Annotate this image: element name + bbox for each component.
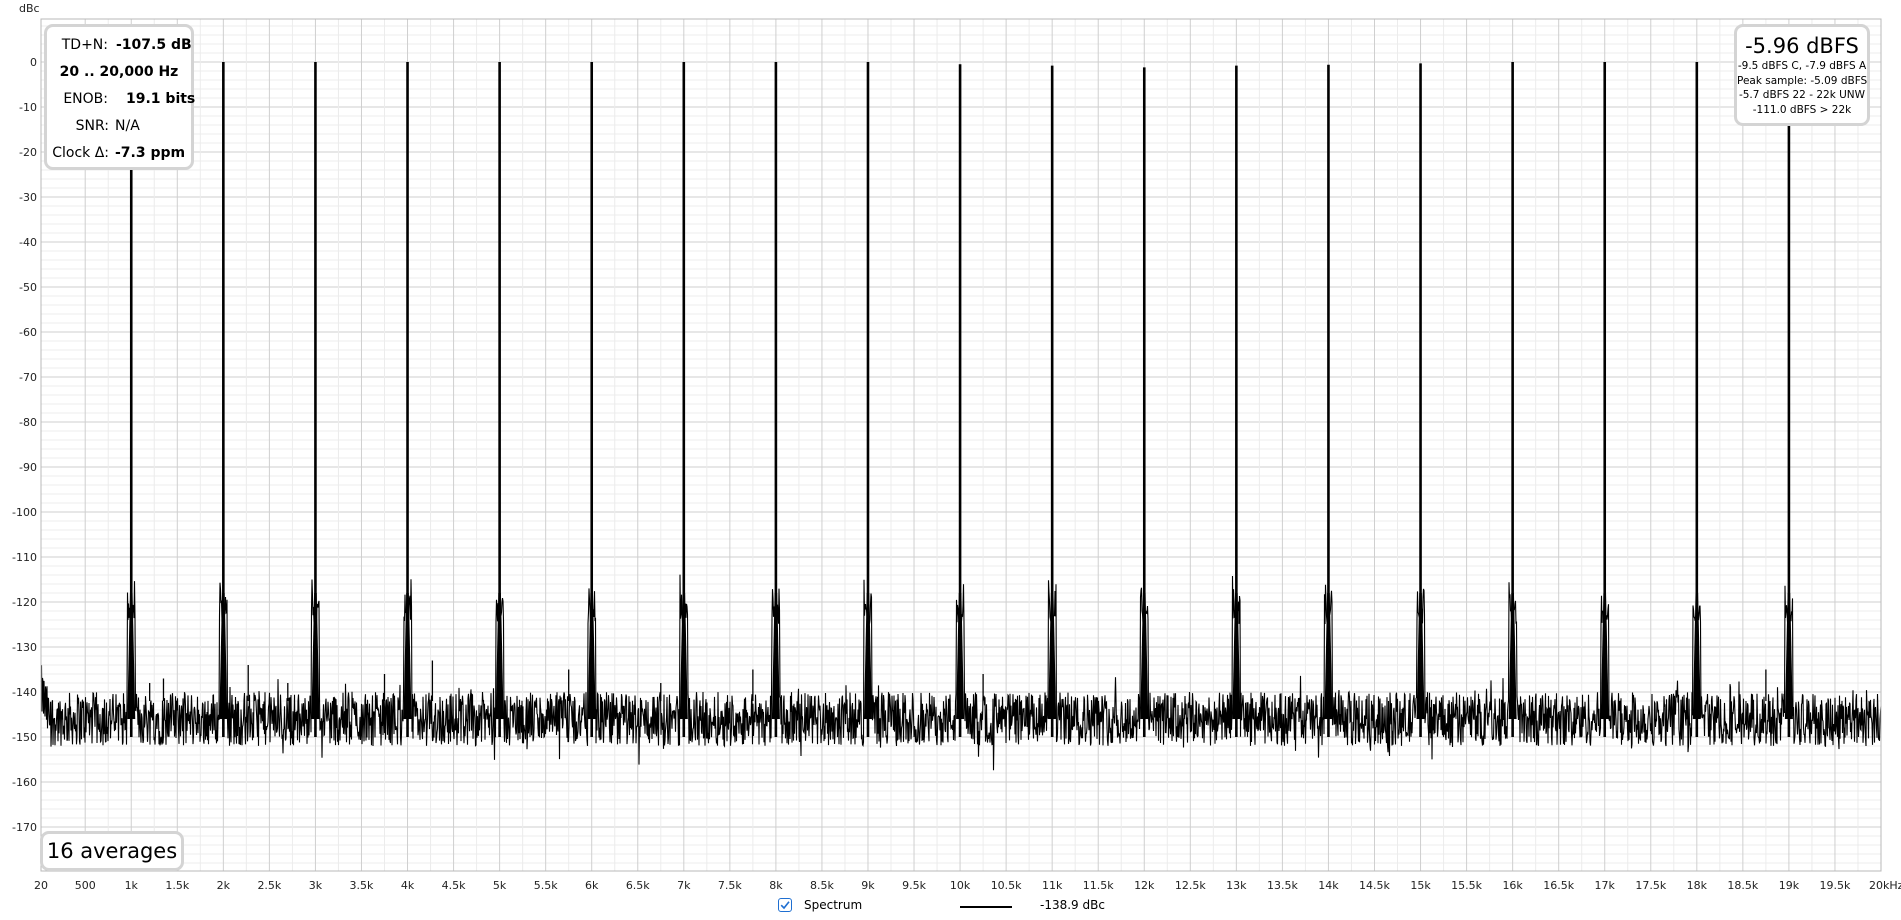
- x-tick-label: 17.5k: [1635, 879, 1666, 892]
- x-tick-label: 500: [75, 879, 96, 892]
- level-above-22k: -111.0 dBFS > 22k: [1752, 103, 1852, 116]
- x-tick-label: 11.5k: [1083, 879, 1114, 892]
- x-tick-label: 19.5k: [1820, 879, 1851, 892]
- x-tick-label: 4k: [401, 879, 415, 892]
- y-axis-ticks: 0 -10 -20 -30 -40 -50 -60 -70 -80 -90 -100 -110 -120…: [12, 56, 37, 834]
- x-tick-label: 9.5k: [902, 879, 926, 892]
- x-tick-label: 20: [34, 879, 48, 892]
- x-tick-label: 9k: [861, 879, 875, 892]
- snr-label: SNR:: [75, 118, 109, 134]
- x-tick-label: 3.5k: [350, 879, 374, 892]
- y-tick-label: -30: [19, 191, 37, 204]
- x-tick-label: 12k: [1134, 879, 1155, 892]
- x-tick-label: 5.5k: [534, 879, 558, 892]
- x-tick-label: 11k: [1042, 879, 1063, 892]
- spectrum-chart: dBc 0 -10 -20 -30 -40 -50 -60 -70 -80 -90 -100 -110…: [12, 2, 1901, 892]
- y-axis-unit-label: dBc: [19, 2, 40, 15]
- x-tick-label: 19k: [1779, 879, 1800, 892]
- y-tick-label: -50: [19, 281, 37, 294]
- tdn-label: TD+N:: [61, 37, 108, 53]
- x-tick-label: 3k: [309, 879, 323, 892]
- legend-line-swatch: [960, 906, 1012, 908]
- level-main-value: -5.96 dBFS: [1745, 34, 1859, 58]
- x-tick-label: 17k: [1595, 879, 1616, 892]
- enob-label: ENOB:: [63, 91, 108, 107]
- y-tick-label: -150: [12, 731, 37, 744]
- x-tick-label: 18k: [1687, 879, 1708, 892]
- level-summary-panel: -5.96 dBFS -9.5 dBFS C, -7.9 dBFS A Peak…: [1734, 24, 1870, 126]
- level-peak-sample: Peak sample: -5.09 dBFS: [1737, 74, 1868, 87]
- x-tick-label: 2.5k: [257, 879, 281, 892]
- clock-value: -7.3 ppm: [115, 145, 186, 161]
- x-tick-label: 12.5k: [1175, 879, 1206, 892]
- y-tick-label: -110: [12, 551, 37, 564]
- averages-badge: 16 averages: [40, 831, 184, 871]
- x-tick-label: 15.5k: [1451, 879, 1482, 892]
- x-tick-label: 6k: [585, 879, 599, 892]
- y-tick-label: -170: [12, 821, 37, 834]
- x-tick-label: 6.5k: [626, 879, 650, 892]
- x-tick-label: 10k: [950, 879, 971, 892]
- x-tick-label: 8k: [769, 879, 783, 892]
- x-tick-label: 16k: [1502, 879, 1523, 892]
- y-tick-label: -140: [12, 686, 37, 699]
- tdn-summary-panel: TD+N: -107.5 dB 20 .. 20,000 Hz ENOB: 19.1…: [44, 24, 195, 170]
- legend-cursor-value: -138.9 dBc: [1040, 898, 1105, 912]
- y-tick-label: -100: [12, 506, 37, 519]
- level-weighted: -9.5 dBFS C, -7.9 dBFS A: [1737, 60, 1867, 72]
- x-tick-label: 14k: [1318, 879, 1339, 892]
- x-tick-label: 4.5k: [442, 879, 466, 892]
- x-axis-ticks: 20 500 1k 1.5k 2k 2.5k 3k 3.5k 4k 4.5k 5k 5.5k 6k 6.5…: [34, 879, 1851, 892]
- clock-label: Clock Δ:: [52, 145, 109, 161]
- tdn-row: TD+N: -107.5 dB: [47, 35, 192, 55]
- y-tick-label: -90: [19, 461, 37, 474]
- y-tick-label: -160: [12, 776, 37, 789]
- x-tick-label: 7.5k: [718, 879, 742, 892]
- x-tick-label: 15k: [1410, 879, 1431, 892]
- x-tick-label: 18.5k: [1727, 879, 1758, 892]
- x-tick-label: 13.5k: [1267, 879, 1298, 892]
- tdn-range: 20 .. 20,000 Hz: [59, 64, 179, 80]
- x-axis-end-label: 20kHz: [1869, 879, 1901, 892]
- x-tick-label: 5k: [493, 879, 507, 892]
- tdn-value: -107.5 dB: [116, 37, 192, 53]
- y-tick-label: -40: [19, 236, 37, 249]
- y-tick-label: -60: [19, 326, 37, 339]
- y-tick-label: -10: [19, 101, 37, 114]
- x-tick-label: 13k: [1226, 879, 1247, 892]
- enob-row: ENOB: 19.1 bits: [47, 89, 195, 109]
- legend-series-label[interactable]: Spectrum: [804, 898, 862, 912]
- clock-row: Clock Δ: -7.3 ppm: [47, 143, 191, 163]
- spectrum-checkbox[interactable]: [778, 898, 792, 912]
- x-tick-label: 14.5k: [1359, 879, 1390, 892]
- spectrum-trace: [40, 62, 1882, 771]
- level-unweighted: -5.7 dBFS 22 - 22k UNW: [1738, 89, 1866, 101]
- y-tick-label: -130: [12, 641, 37, 654]
- snr-row: SNR: N/A: [47, 116, 191, 136]
- x-tick-label: 10.5k: [991, 879, 1022, 892]
- enob-value: 19.1 bits: [126, 91, 196, 107]
- y-tick-label: -70: [19, 371, 37, 384]
- x-tick-label: 2k: [217, 879, 231, 892]
- x-tick-label: 1.5k: [165, 879, 189, 892]
- x-tick-label: 16.5k: [1543, 879, 1574, 892]
- snr-value: N/A: [115, 118, 140, 134]
- y-tick-label: -80: [19, 416, 37, 429]
- x-tick-label: 1k: [125, 879, 139, 892]
- y-tick-label: 0: [30, 56, 37, 69]
- x-tick-label: 7k: [677, 879, 691, 892]
- x-tick-label: 8.5k: [810, 879, 834, 892]
- y-tick-label: -120: [12, 596, 37, 609]
- y-tick-label: -20: [19, 146, 37, 159]
